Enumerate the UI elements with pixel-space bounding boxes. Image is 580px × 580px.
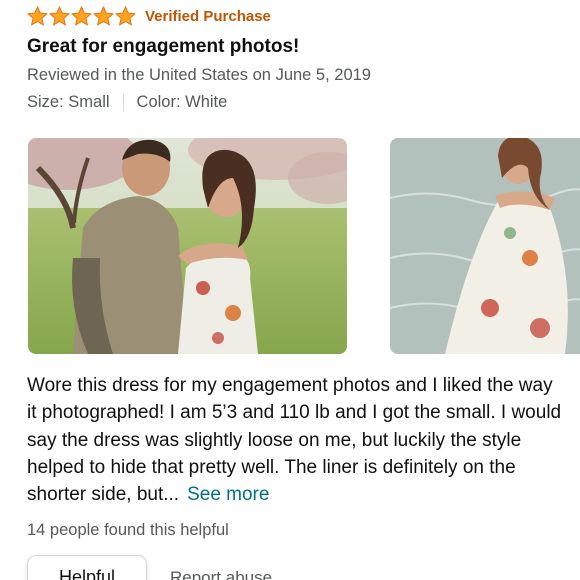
review-body-text: Wore this dress for my engagement photos…	[27, 375, 562, 506]
review-card: Verified Purchase Great for engagement p…	[0, 0, 580, 580]
review-date: Reviewed in the United States on June 5,…	[27, 66, 371, 84]
star-icon	[115, 6, 136, 26]
star-icon	[93, 6, 114, 26]
star-icon	[27, 6, 48, 26]
star-rating[interactable]	[27, 6, 136, 26]
see-more-link[interactable]: See more	[187, 484, 269, 505]
customer-photo-2[interactable]	[390, 138, 580, 354]
report-abuse-link[interactable]: Report abuse	[170, 568, 272, 580]
star-icon	[49, 6, 70, 26]
customer-photo-dress-lakeside-image	[390, 138, 580, 354]
customer-photo-1[interactable]	[28, 138, 347, 354]
verified-purchase-badge: Verified Purchase	[145, 7, 271, 25]
variant-divider	[122, 94, 124, 111]
color-label: Color: White	[136, 93, 228, 111]
review-body: Wore this dress for my engagement photos…	[27, 372, 567, 508]
helpful-count: 14 people found this helpful	[27, 521, 229, 539]
rating-row: Verified Purchase	[27, 4, 271, 28]
helpful-button[interactable]: Helpful	[27, 555, 147, 580]
review-title[interactable]: Great for engagement photos!	[27, 36, 299, 58]
star-icon	[71, 6, 92, 26]
size-label: Size: Small	[27, 93, 110, 111]
customer-photo-couple-image	[28, 138, 347, 354]
variant-info: Size: Small Color: White	[27, 93, 227, 112]
